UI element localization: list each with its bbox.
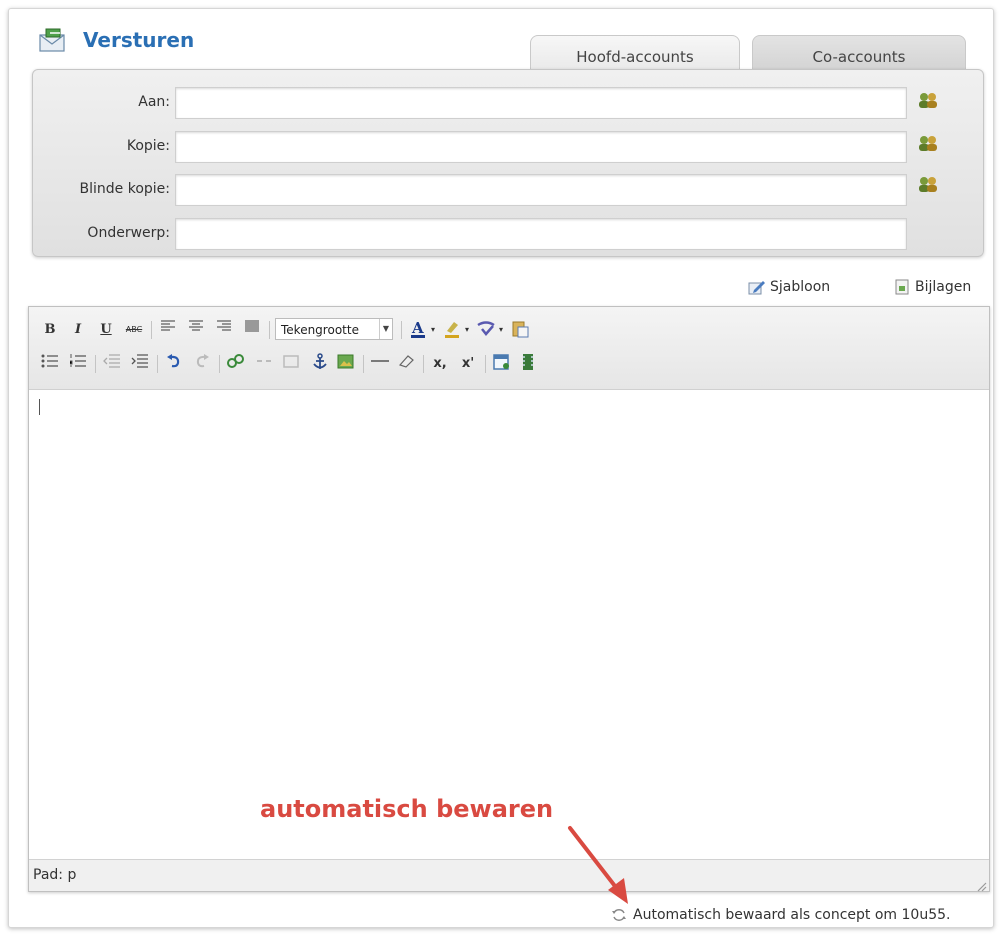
tab-co-accounts[interactable]: Co-accounts: [752, 35, 966, 71]
attachments-link[interactable]: Bijlagen: [893, 279, 971, 295]
toolbar-separator: [157, 355, 158, 373]
toolbar-separator: [423, 355, 424, 373]
refresh-icon: [611, 907, 627, 923]
toolbar-separator: [219, 355, 220, 373]
element-path: Pad: p: [33, 867, 77, 883]
align-justify-icon[interactable]: [241, 319, 263, 341]
bullet-list-icon[interactable]: [39, 353, 61, 375]
image-icon[interactable]: [281, 353, 303, 375]
to-label: Aan:: [138, 94, 170, 110]
template-label: Sjabloon: [770, 279, 831, 295]
eraser-icon[interactable]: [395, 353, 417, 375]
align-right-icon[interactable]: [213, 319, 235, 341]
resize-handle-icon[interactable]: [975, 877, 987, 892]
insert-image-icon[interactable]: [335, 353, 357, 375]
strikethrough-button[interactable]: ABC: [123, 319, 145, 341]
subject-label: Onderwerp:: [87, 225, 170, 241]
toolbar-separator: [363, 355, 364, 373]
cc-field[interactable]: [175, 131, 907, 163]
undo-icon[interactable]: [163, 353, 185, 375]
attachments-label: Bijlagen: [915, 279, 972, 295]
editor-toolbar: B I U ABC Tekengrootte ▼ A ▾ ▾ ▾ x, x': [29, 307, 989, 390]
toolbar-separator: [401, 321, 402, 339]
template-link[interactable]: Sjabloon: [748, 279, 830, 295]
chevron-down-icon[interactable]: ▾: [428, 319, 438, 341]
outdent-icon[interactable]: [101, 353, 123, 375]
contacts-icon[interactable]: [918, 91, 938, 109]
autosave-status: Automatisch bewaard als concept om 10u55…: [611, 907, 950, 923]
chevron-down-icon: ▼: [379, 319, 392, 339]
contacts-icon[interactable]: [918, 175, 938, 193]
svg-text:A: A: [411, 319, 424, 337]
chevron-down-icon[interactable]: ▾: [496, 319, 506, 341]
horizontal-rule-icon[interactable]: [369, 353, 391, 375]
subject-field[interactable]: [175, 218, 907, 250]
address-panel: Aan: Kopie: Blinde kopie: Onderwerp:: [32, 69, 984, 257]
page-title: Versturen: [83, 28, 195, 52]
media-icon[interactable]: [517, 353, 539, 375]
font-size-label: Tekengrootte: [281, 323, 359, 337]
bcc-label: Blinde kopie:: [79, 181, 171, 197]
text-color-icon[interactable]: A: [407, 319, 429, 341]
insert-link-icon[interactable]: [225, 353, 247, 375]
cc-label: Kopie:: [126, 138, 170, 154]
bcc-field[interactable]: [175, 174, 907, 206]
indent-icon[interactable]: [129, 353, 151, 375]
pencil-icon: [748, 279, 766, 295]
unlink-icon[interactable]: [253, 353, 275, 375]
annotation-arrow: [568, 826, 628, 904]
toolbar-separator: [151, 321, 152, 339]
numbered-list-icon[interactable]: [67, 353, 89, 375]
autosave-text: Automatisch bewaard als concept om 10u55…: [633, 907, 951, 923]
paste-icon[interactable]: [509, 319, 531, 341]
chevron-down-icon[interactable]: ▾: [462, 319, 472, 341]
annotation-label: automatisch bewaren: [260, 795, 554, 823]
spellcheck-icon[interactable]: [475, 319, 497, 341]
source-code-icon[interactable]: [491, 353, 513, 375]
editor-statusbar: Pad: p: [29, 859, 989, 892]
contacts-icon[interactable]: [918, 134, 938, 152]
envelope-icon: [38, 27, 68, 53]
redo-icon[interactable]: [191, 353, 213, 375]
attachment-icon: [893, 279, 911, 295]
bold-button[interactable]: B: [39, 319, 61, 341]
underline-button[interactable]: U: [95, 319, 117, 341]
italic-button[interactable]: I: [67, 319, 89, 341]
anchor-icon[interactable]: [309, 353, 331, 375]
superscript-button[interactable]: x': [457, 353, 479, 375]
to-field[interactable]: [175, 87, 907, 119]
toolbar-separator: [485, 355, 486, 373]
font-size-select[interactable]: Tekengrootte ▼: [275, 318, 393, 340]
toolbar-separator: [95, 355, 96, 373]
subscript-button[interactable]: x,: [429, 353, 451, 375]
highlight-color-icon[interactable]: [441, 319, 463, 341]
tab-hoofd-accounts[interactable]: Hoofd-accounts: [530, 35, 740, 71]
editor-content-area[interactable]: [29, 390, 989, 858]
align-center-icon[interactable]: [185, 319, 207, 341]
toolbar-separator: [269, 321, 270, 339]
align-left-icon[interactable]: [157, 319, 179, 341]
